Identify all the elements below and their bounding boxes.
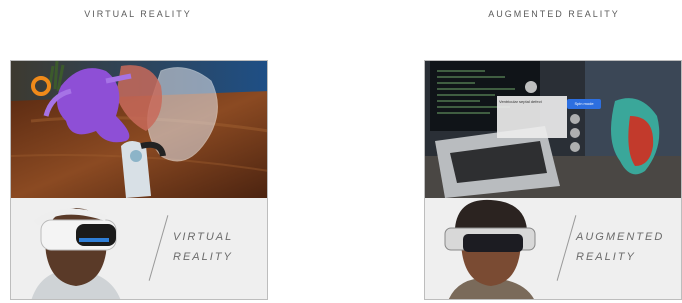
vr-card-label: VIRTUAL REALITY bbox=[173, 227, 233, 267]
vr-divider bbox=[148, 215, 169, 281]
ar-column-title: AUGMENTED REALITY bbox=[488, 9, 620, 19]
ar-person-panel: AUGMENTED REALITY bbox=[425, 198, 681, 299]
ar-label-line1: AUGMENTED bbox=[576, 231, 665, 243]
vr-label-line1: VIRTUAL bbox=[173, 231, 234, 243]
vr-headset-person bbox=[31, 208, 121, 299]
vr-column-title: VIRTUAL REALITY bbox=[84, 9, 192, 19]
ar-divider bbox=[556, 215, 577, 281]
ar-info-panel-heading: Ventricular septal defect bbox=[499, 99, 542, 104]
vr-person-panel: VIRTUAL REALITY bbox=[11, 198, 267, 299]
ar-spin-mode-button[interactable]: Spin mode bbox=[568, 101, 600, 106]
vr-card: VIRTUAL REALITY bbox=[10, 60, 268, 300]
vr-scene-image bbox=[11, 61, 267, 198]
ar-scene-image: Ventricular septal defect Spin mode bbox=[425, 61, 681, 198]
ar-card: Ventricular septal defect Spin mode AUGM… bbox=[424, 60, 682, 300]
ar-headset-person bbox=[444, 199, 536, 299]
ar-label-line2: REALITY bbox=[576, 251, 636, 263]
ar-card-label: AUGMENTED REALITY bbox=[576, 227, 664, 267]
vr-label-line2: REALITY bbox=[173, 251, 233, 263]
